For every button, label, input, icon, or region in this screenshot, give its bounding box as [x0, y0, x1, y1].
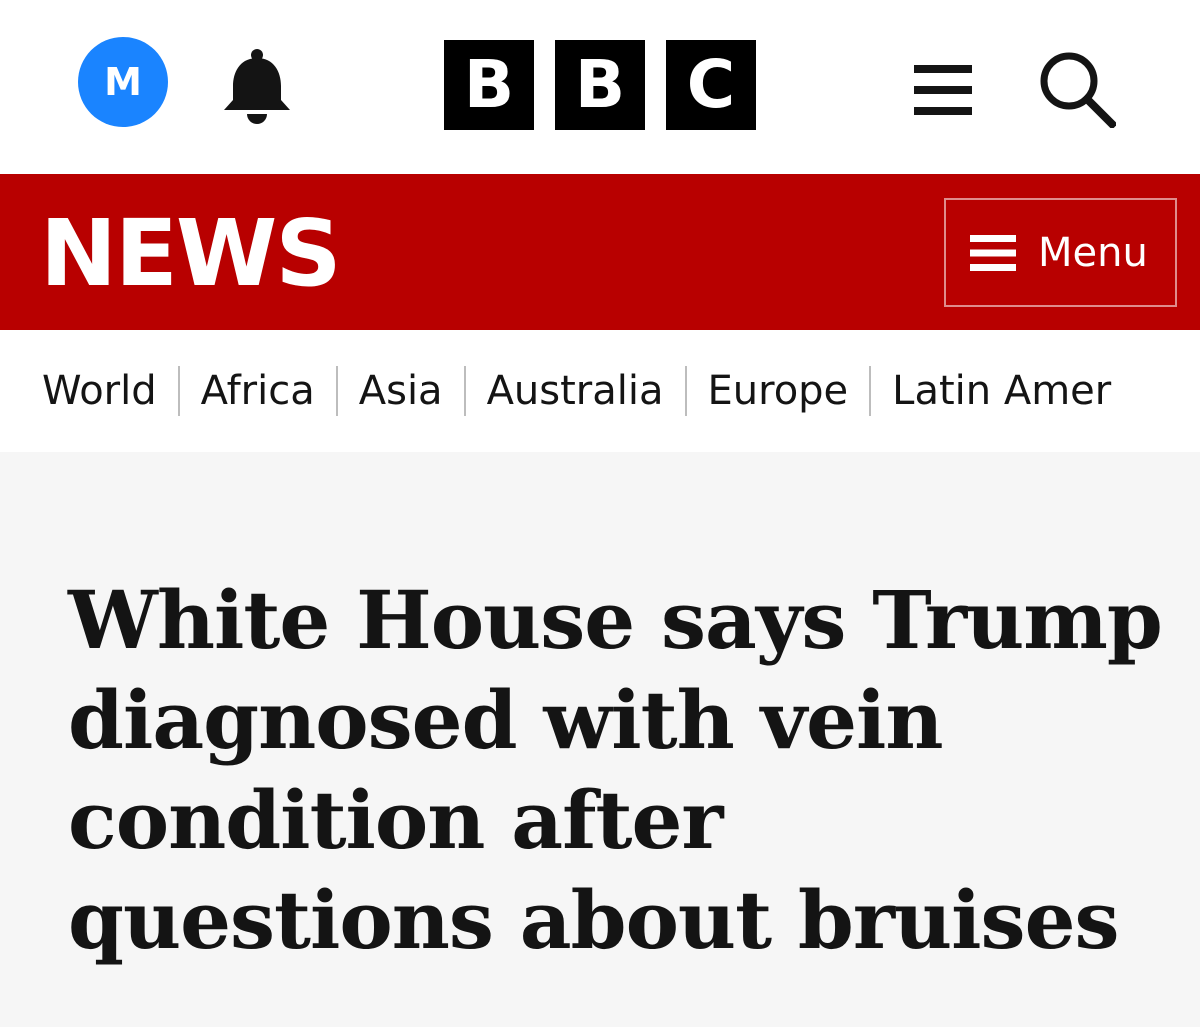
nav-item-asia[interactable]: Asia [359, 366, 443, 416]
nav-item-latin-america[interactable]: Latin Amer [892, 366, 1111, 416]
section-nav: World Africa Asia Australia Europe Latin… [0, 330, 1200, 452]
main-menu-button[interactable] [914, 63, 972, 117]
nav-divider [463, 366, 466, 416]
hamburger-icon [914, 65, 972, 115]
bbc-logo-block: C [666, 40, 756, 130]
bbc-logo-block: B [555, 40, 645, 130]
news-bar: NEWS Menu [0, 174, 1200, 330]
bbc-logo-block: B [444, 40, 534, 130]
news-title[interactable]: NEWS [40, 204, 342, 304]
article-header: White House says Trump diagnosed with ve… [0, 452, 1200, 1027]
nav-item-world[interactable]: World [42, 366, 157, 416]
news-menu-button[interactable]: Menu [944, 198, 1177, 307]
account-avatar-button[interactable]: M [78, 37, 168, 127]
nav-divider [335, 366, 338, 416]
search-button[interactable] [1038, 50, 1118, 130]
nav-item-australia[interactable]: Australia [487, 366, 664, 416]
bbc-logo[interactable]: B B C [444, 40, 756, 130]
nav-divider [684, 366, 687, 416]
hamburger-icon [970, 234, 1016, 271]
nav-item-africa[interactable]: Africa [201, 366, 315, 416]
nav-divider [177, 366, 180, 416]
notifications-button[interactable] [220, 48, 294, 124]
article-headline: White House says Trump diagnosed with ve… [68, 573, 1163, 967]
nav-divider [869, 366, 872, 416]
nav-item-europe[interactable]: Europe [708, 366, 849, 416]
menu-label: Menu [1038, 229, 1148, 276]
bell-icon [224, 49, 290, 124]
avatar-initial: M [104, 60, 142, 104]
search-icon [1040, 52, 1118, 130]
top-bar: M B B C [0, 0, 1200, 174]
